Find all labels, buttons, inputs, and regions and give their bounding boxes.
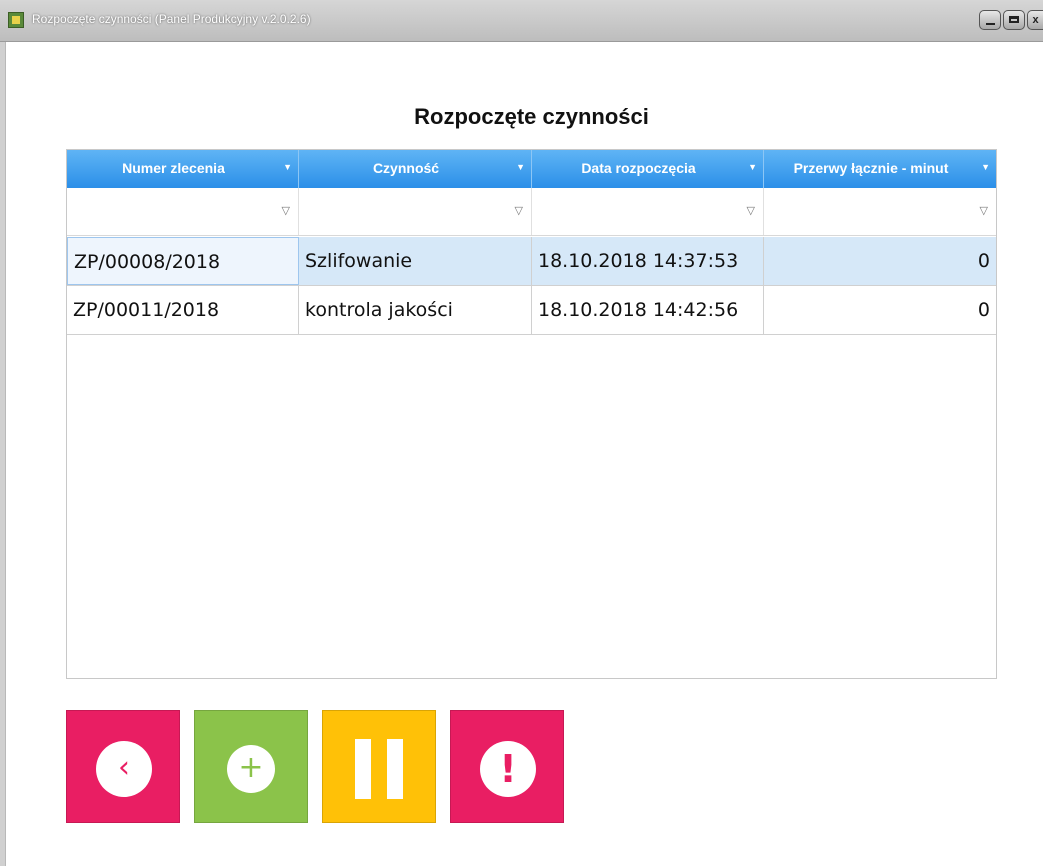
column-header-przerwy[interactable]: Przerwy łącznie - minut ▼ <box>764 150 996 188</box>
action-buttons: ‹ + ! <box>66 710 578 823</box>
filter-icon[interactable]: ▽ <box>282 204 290 217</box>
cell-numer[interactable]: ZP/00011/2018 <box>67 286 299 334</box>
title-bar[interactable]: Rozpoczęte czynności (Panel Produkcyjny … <box>0 0 1043 42</box>
cell-data[interactable]: 18.10.2018 14:42:56 <box>532 286 764 334</box>
activities-grid[interactable]: Numer zlecenia ▼ Czynność ▼ Data rozpocz… <box>66 149 997 679</box>
column-header-label: Numer zlecenia <box>122 160 225 176</box>
back-icon: ‹ <box>96 741 152 797</box>
maximize-button[interactable] <box>1003 10 1025 30</box>
pause-icon <box>355 739 371 799</box>
cell-przerwy[interactable]: 0 <box>764 286 996 334</box>
window-title: Rozpoczęte czynności (Panel Produkcyjny … <box>32 12 311 26</box>
add-button[interactable]: + <box>194 710 308 823</box>
column-header-label: Czynność <box>372 160 440 176</box>
window-border <box>0 42 6 866</box>
filter-icon[interactable]: ▼ <box>283 162 292 172</box>
filter-cell-przerwy[interactable]: ▽ <box>764 188 996 235</box>
page-title: Rozpoczęte czynności <box>414 104 649 129</box>
pause-icon <box>387 739 403 799</box>
cell-data[interactable]: 18.10.2018 14:37:53 <box>532 237 764 285</box>
table-row[interactable]: ZP/00008/2018 Szlifowanie 18.10.2018 14:… <box>67 237 996 286</box>
plus-icon: + <box>227 745 275 793</box>
cell-czynnosc[interactable]: kontrola jakości <box>299 286 532 334</box>
column-header-czynnosc[interactable]: Czynność ▼ <box>299 150 532 188</box>
alert-button[interactable]: ! <box>450 710 564 823</box>
column-header-label: Data rozpoczęcia <box>581 160 696 176</box>
table-row[interactable]: ZP/00011/2018 kontrola jakości 18.10.201… <box>67 286 996 335</box>
grid-header: Numer zlecenia ▼ Czynność ▼ Data rozpocz… <box>67 150 996 188</box>
window-controls: x <box>979 10 1043 32</box>
column-header-numer[interactable]: Numer zlecenia ▼ <box>67 150 299 188</box>
minimize-button[interactable] <box>979 10 1001 30</box>
cell-czynnosc[interactable]: Szlifowanie <box>299 237 532 285</box>
column-header-data[interactable]: Data rozpoczęcia ▼ <box>532 150 764 188</box>
cell-numer[interactable]: ZP/00008/2018 <box>67 237 299 285</box>
filter-cell-data[interactable]: ▽ <box>532 188 764 235</box>
filter-icon[interactable]: ▽ <box>980 204 988 217</box>
filter-icon[interactable]: ▼ <box>516 162 525 172</box>
cell-przerwy[interactable]: 0 <box>764 237 996 285</box>
filter-icon[interactable]: ▼ <box>748 162 757 172</box>
filter-icon[interactable]: ▼ <box>981 162 990 172</box>
pause-button[interactable] <box>322 710 436 823</box>
filter-cell-czynnosc[interactable]: ▽ <box>299 188 532 235</box>
filter-cell-numer[interactable]: ▽ <box>67 188 299 235</box>
close-button[interactable]: x <box>1027 10 1043 30</box>
back-button[interactable]: ‹ <box>66 710 180 823</box>
filter-icon[interactable]: ▽ <box>747 204 755 217</box>
filter-row: ▽ ▽ ▽ ▽ <box>67 188 996 236</box>
column-header-label: Przerwy łącznie - minut <box>793 160 949 176</box>
app-icon <box>8 12 24 28</box>
filter-icon[interactable]: ▽ <box>515 204 523 217</box>
exclamation-icon: ! <box>480 741 536 797</box>
